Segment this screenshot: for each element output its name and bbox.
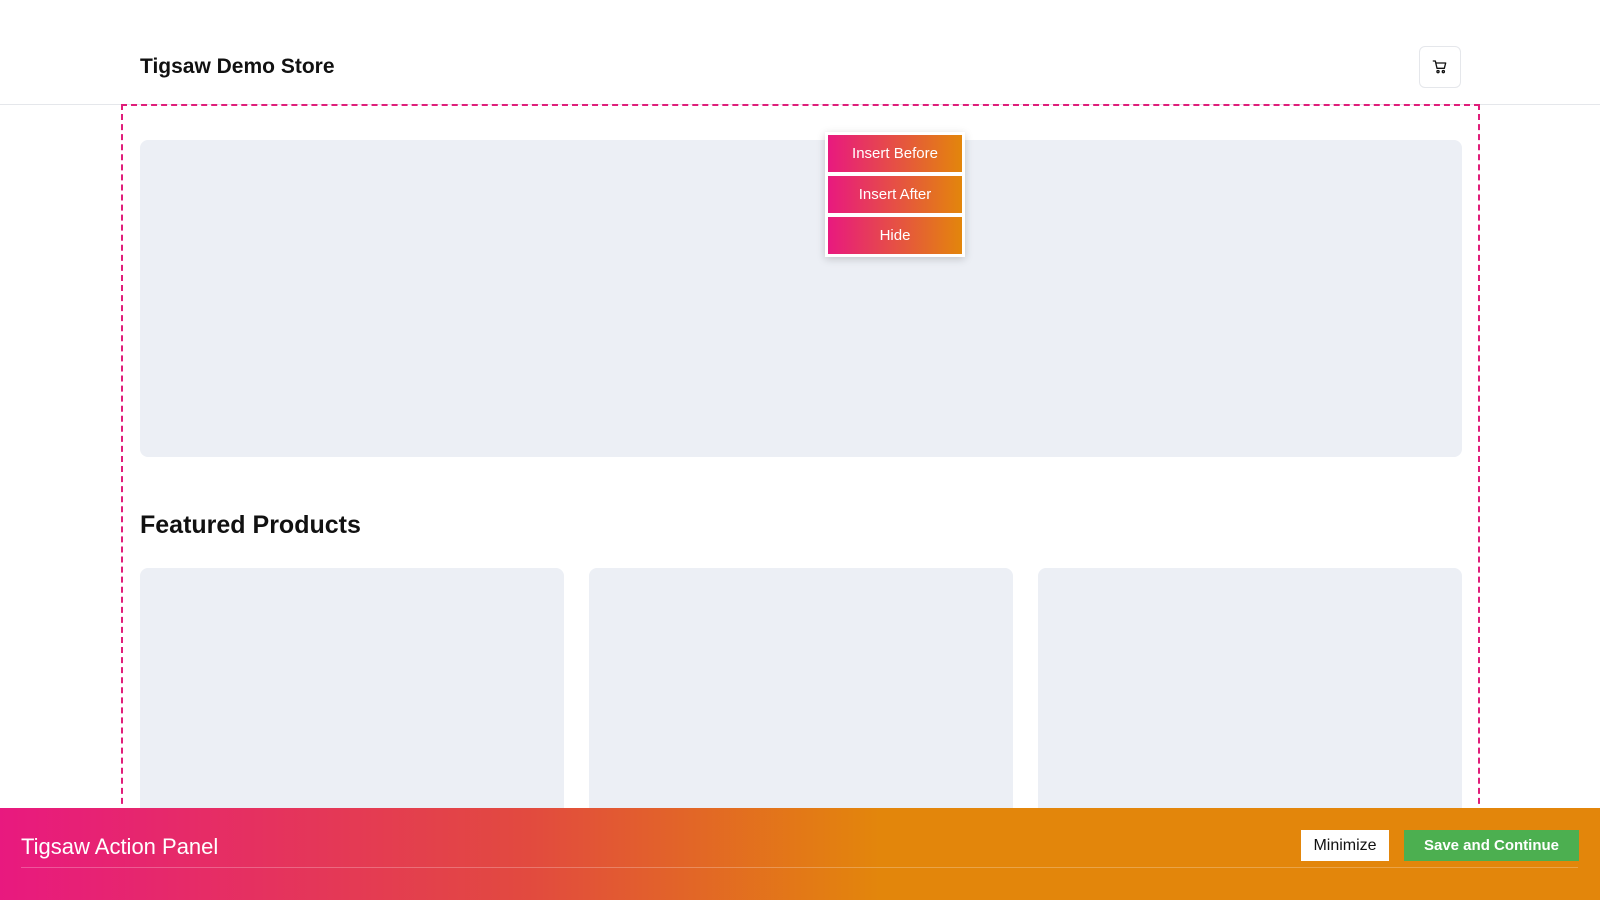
hero-banner-placeholder[interactable]	[140, 140, 1462, 457]
shopping-cart-icon	[1432, 60, 1447, 74]
minimize-button[interactable]: Minimize	[1301, 830, 1389, 861]
action-panel: Tigsaw Action Panel Minimize Save and Co…	[0, 808, 1600, 900]
product-card[interactable]	[1038, 568, 1462, 848]
hide-button[interactable]: Hide	[828, 217, 962, 254]
featured-products-heading: Featured Products	[140, 511, 361, 539]
page: Tigsaw Demo Store Featured Products Inse…	[0, 0, 1600, 900]
site-header: Tigsaw Demo Store	[0, 0, 1600, 105]
insert-after-button[interactable]: Insert After	[828, 176, 962, 213]
insert-before-button[interactable]: Insert Before	[828, 135, 962, 172]
cart-button[interactable]	[1419, 46, 1461, 88]
element-context-menu: Insert Before Insert After Hide	[825, 132, 965, 257]
product-card[interactable]	[589, 568, 1013, 848]
save-and-continue-button[interactable]: Save and Continue	[1404, 830, 1579, 861]
action-panel-title: Tigsaw Action Panel	[21, 834, 219, 859]
product-card[interactable]	[140, 568, 564, 848]
panel-divider	[21, 867, 1578, 868]
store-title[interactable]: Tigsaw Demo Store	[140, 53, 335, 81]
